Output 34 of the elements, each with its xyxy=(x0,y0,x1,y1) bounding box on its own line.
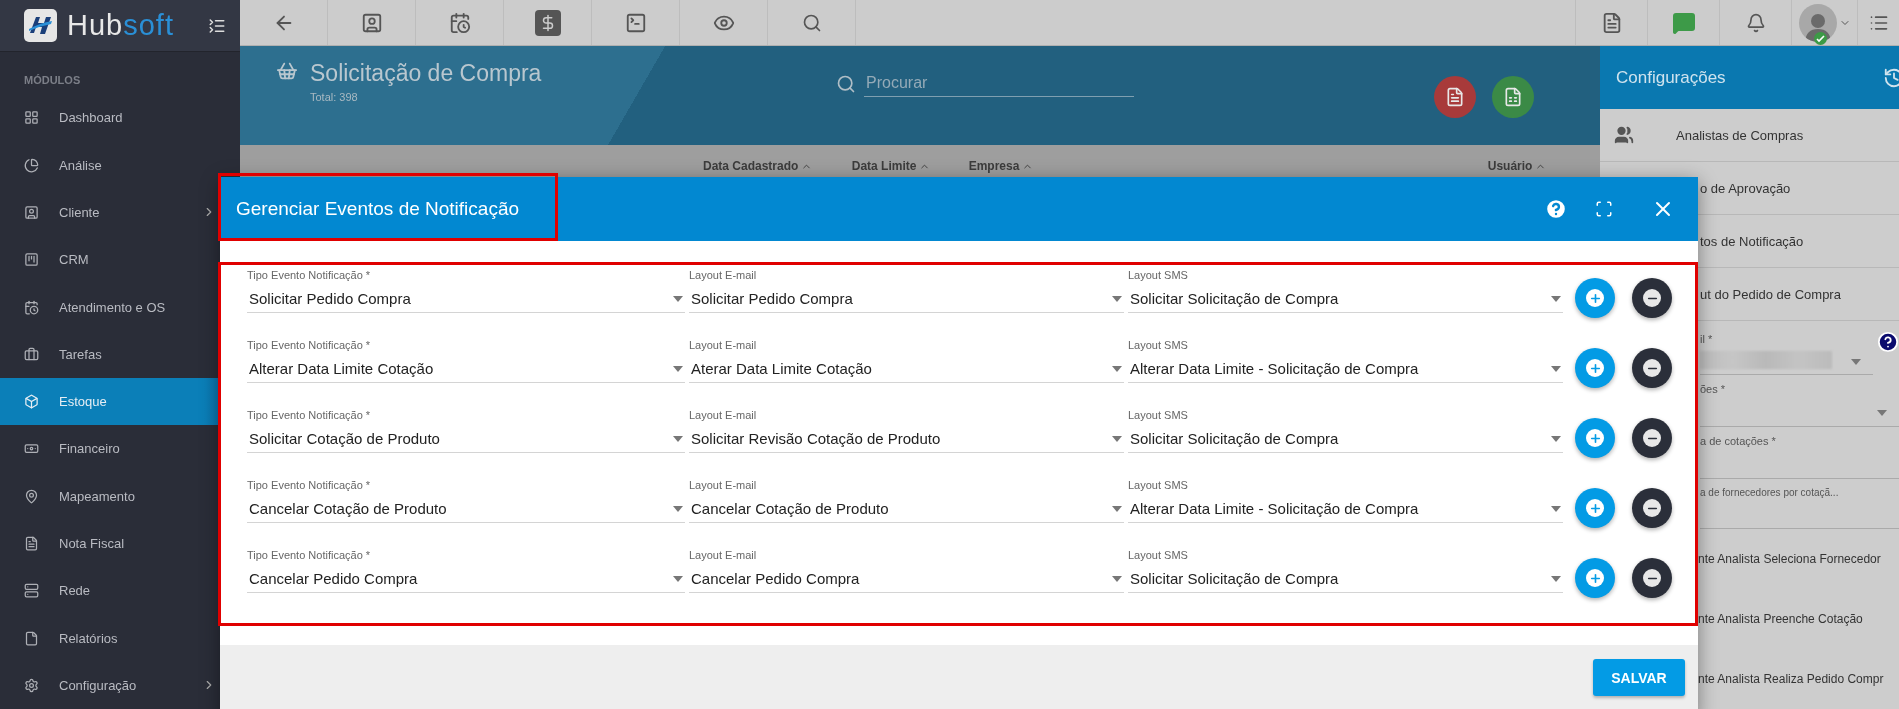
field-label: Layout SMS xyxy=(1128,339,1189,353)
field-label: Tipo Evento Notificação * xyxy=(247,479,372,493)
field-label: Layout E-mail xyxy=(689,479,758,493)
field-label: Tipo Evento Notificação * xyxy=(247,339,372,353)
field-label: Layout E-mail xyxy=(689,409,758,423)
page-title: Solicitação de Compra xyxy=(310,60,542,87)
sidebar-label: Financeiro xyxy=(59,441,121,457)
field-label: Tipo Evento Notificação * xyxy=(247,269,372,283)
sidebar-label: Estoque xyxy=(59,394,108,410)
field-label: Layout E-mail xyxy=(689,339,758,353)
sidebar-label: Atendimento e OS xyxy=(59,299,167,315)
sidebar-label: Cliente xyxy=(59,204,101,220)
field-label: Tipo Evento Notificação * xyxy=(247,549,372,563)
sidebar-label: Nota Fiscal xyxy=(59,536,126,552)
field-label: Layout E-mail xyxy=(689,549,758,563)
sidebar-label: Dashboard xyxy=(59,110,124,126)
sidebar-label: CRM xyxy=(59,252,90,268)
modal-title: Gerenciar Eventos de Notificação xyxy=(236,198,521,220)
field-label: Tipo Evento Notificação * xyxy=(247,409,372,423)
field-label: Layout SMS xyxy=(1128,549,1189,563)
sidebar-label: Mapeamento xyxy=(59,488,136,504)
field-label: Layout E-mail xyxy=(689,269,758,283)
sidebar-label: Tarefas xyxy=(59,346,103,362)
field-label: Layout SMS xyxy=(1128,409,1189,423)
sidebar-label: Configuração xyxy=(59,677,138,693)
brand-name: Hubsoft xyxy=(67,9,175,43)
panel-title: Configurações xyxy=(1616,67,1726,88)
sidebar-label: Rede xyxy=(59,583,92,599)
sidebar-label: Análise xyxy=(59,157,103,173)
sidebar-label: Relatórios xyxy=(59,630,119,646)
total-count: Total: 398 xyxy=(310,91,359,103)
field-label: Layout SMS xyxy=(1128,479,1189,493)
section-label: MÓDULOS xyxy=(23,73,82,89)
field-label: Layout SMS xyxy=(1128,269,1189,283)
